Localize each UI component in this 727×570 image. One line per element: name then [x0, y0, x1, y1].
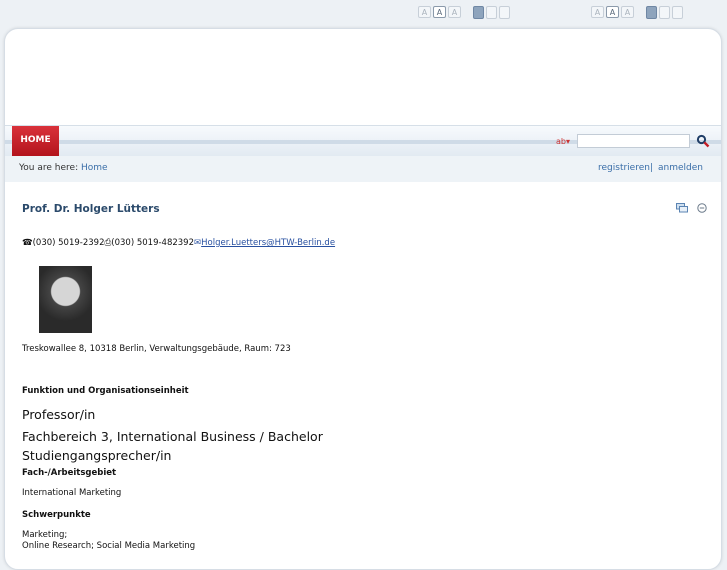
focus-text-2: Online Research; Social Media Marketing — [22, 541, 196, 551]
language-selector[interactable]: ab▾ — [556, 136, 576, 148]
role-text: Professor/in — [22, 407, 96, 422]
program-lead-text: Studiengangsprecher/in — [22, 448, 172, 463]
page-title: Prof. Dr. Holger Lütters — [22, 203, 160, 215]
email-link[interactable]: Holger.Luetters@HTW-Berlin.de — [201, 238, 335, 248]
share-icon[interactable] — [676, 203, 688, 213]
layout-wide-button[interactable] — [499, 5, 510, 19]
layout-wide-button-2[interactable] — [672, 5, 683, 19]
focus-heading: Schwerpunkte — [22, 510, 91, 520]
search-icon[interactable] — [696, 134, 710, 148]
layout-medium-button-2[interactable] — [659, 5, 670, 19]
layout-narrow-button[interactable] — [473, 5, 484, 19]
breadcrumb: You are here: Home registrieren | anmeld… — [5, 156, 721, 182]
font-size-small-button-2[interactable]: A — [591, 6, 604, 18]
field-heading: Fach-/Arbeitsgebiet — [22, 468, 117, 478]
nav-home-tab[interactable]: HOME — [12, 126, 59, 156]
page-tools — [676, 203, 707, 213]
function-heading: Funktion und Organisationseinheit — [22, 386, 189, 396]
contact-line: ☎(030) 5019-2392⎙(030) 5019-482392✉Holge… — [22, 238, 335, 248]
collapse-icon[interactable] — [697, 203, 707, 213]
font-size-controls-right: A A A — [591, 5, 683, 19]
breadcrumb-home-link[interactable]: Home — [81, 156, 108, 180]
main-navigation: HOME ab▾ — [5, 125, 721, 157]
layout-medium-button[interactable] — [486, 5, 497, 19]
font-size-medium-button[interactable]: A — [433, 6, 446, 18]
font-size-controls-left: A A A — [418, 5, 510, 19]
search-input[interactable] — [577, 134, 690, 148]
font-size-small-button[interactable]: A — [418, 6, 431, 18]
focus-text-1: Marketing; — [22, 530, 68, 540]
font-size-large-button[interactable]: A — [448, 6, 461, 18]
field-text: International Marketing — [22, 488, 122, 498]
phone-icon: ☎ — [22, 238, 33, 248]
breadcrumb-prefix: You are here: — [19, 163, 79, 173]
fax-number: (030) 5019-482392 — [111, 238, 195, 248]
login-link[interactable]: anmelden — [658, 156, 703, 180]
layout-narrow-button-2[interactable] — [646, 5, 657, 19]
font-size-medium-button-2[interactable]: A — [606, 6, 619, 18]
register-link[interactable]: registrieren — [598, 156, 650, 180]
profile-photo — [39, 266, 92, 333]
department-text: Fachbereich 3, International Business / … — [22, 429, 323, 444]
font-size-large-button-2[interactable]: A — [621, 6, 634, 18]
page-frame: HOME ab▾ You are here: Home registrieren… — [4, 28, 722, 570]
address: Treskowallee 8, 10318 Berlin, Verwaltung… — [22, 344, 291, 354]
phone-number: (030) 5019-2392 — [32, 238, 105, 248]
breadcrumb-separator: | — [650, 163, 654, 173]
